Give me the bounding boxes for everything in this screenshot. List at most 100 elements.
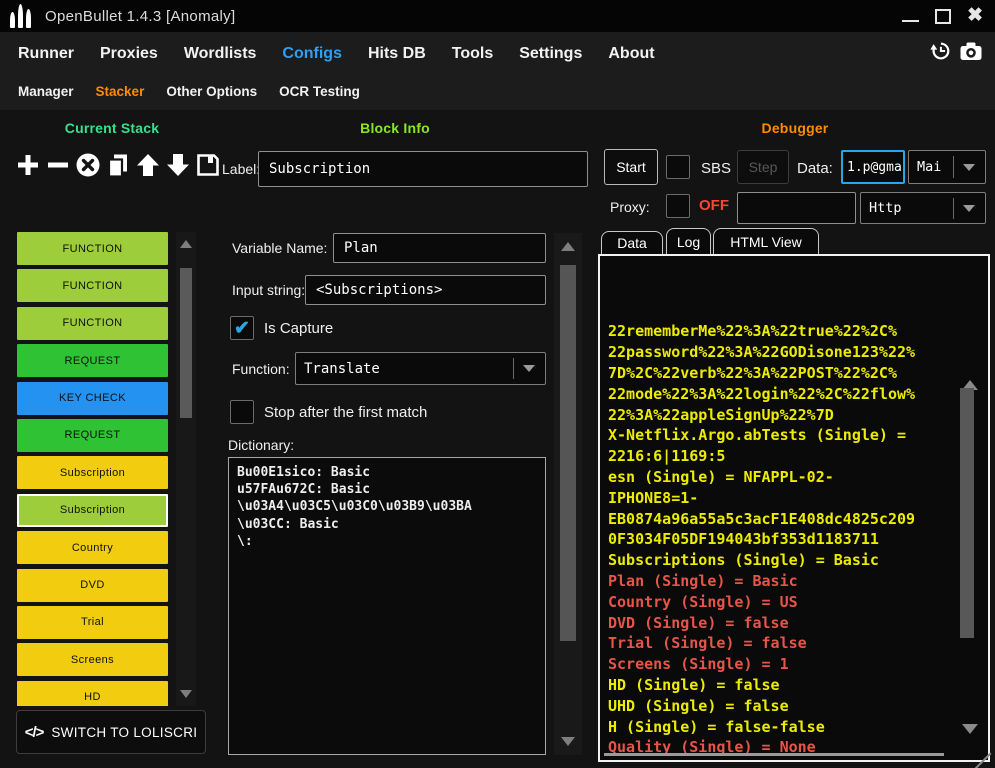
stack-block[interactable]: Trial (17, 606, 168, 639)
close-icon[interactable]: ✖ (967, 8, 983, 24)
submenu-item[interactable]: Other Options (166, 84, 257, 99)
chevron-down-icon (963, 164, 975, 171)
start-button[interactable]: Start (604, 149, 658, 185)
stack-block[interactable]: FUNCTION (17, 232, 168, 265)
proxy-status-badge: OFF (699, 197, 729, 214)
wordlist-type-dropdown[interactable]: Mai (908, 150, 986, 184)
remove-block-icon[interactable] (44, 150, 72, 180)
log-scroll-down-icon[interactable] (962, 724, 978, 734)
screenshot-camera-icon[interactable] (959, 40, 983, 62)
menu-area: Runner Proxies Wordlists Configs Hits DB Tool… (0, 32, 995, 110)
function-value: Translate (304, 361, 380, 377)
stack-block[interactable]: Subscription (17, 494, 168, 527)
log-line: 1 (Single) = :{"fieldType":"String (608, 758, 958, 762)
menu-item[interactable]: Settings (519, 45, 582, 63)
log-line: Subscriptions (Single) = Basic (608, 550, 958, 571)
log-line: H (Single) = false-false (608, 717, 958, 738)
log-hscrollbar-thumb[interactable] (604, 753, 944, 756)
stack-block[interactable]: Country (17, 531, 168, 564)
stack-block[interactable]: FUNCTION (17, 307, 168, 340)
scroll-up-icon[interactable] (180, 240, 192, 248)
menu-item[interactable]: About (608, 45, 654, 63)
stop-after-first-match-checkbox[interactable] (230, 400, 254, 424)
scroll-down-icon[interactable] (180, 690, 192, 698)
stack-block[interactable]: Screens (17, 643, 168, 676)
stack-block[interactable]: REQUEST (17, 344, 168, 377)
titlebar: OpenBullet 1.4.3 [Anomaly] ✖ (0, 0, 995, 32)
function-dropdown[interactable]: Translate (295, 352, 546, 385)
proxy-input[interactable] (737, 192, 856, 224)
menu-item[interactable]: Hits DB (368, 45, 426, 63)
debugger-log-panel[interactable]: 22rememberMe%22%3A%22true%22%2C%22passwo… (598, 254, 990, 762)
menu-item[interactable]: Tools (452, 45, 493, 63)
log-line: DVD (Single) = false (608, 613, 958, 634)
dropdown-separator (513, 358, 514, 380)
chevron-down-icon (963, 205, 975, 212)
log-line: 2216:6|1169:5 (608, 446, 958, 467)
dictionary-line: u57FAu672C: Basic (237, 481, 537, 498)
current-stack-title: Current Stack (16, 120, 208, 136)
proxy-type-value: Http (869, 200, 902, 216)
wordlist-type-value: Mai (917, 159, 941, 175)
stack-block[interactable]: REQUEST (17, 419, 168, 452)
submenu-item[interactable]: Manager (18, 84, 74, 99)
is-capture-checkbox[interactable]: ✔ (230, 316, 254, 340)
dictionary-line: Bu00E1sico: Basic (237, 464, 537, 481)
menu-item[interactable]: Wordlists (184, 45, 257, 63)
stack-block[interactable]: KEY CHECK (17, 382, 168, 415)
step-button[interactable]: Step (737, 150, 789, 184)
menu-item[interactable]: Proxies (100, 45, 158, 63)
stop-after-first-match-label: Stop after the first match (264, 404, 427, 421)
scroll-down-icon[interactable] (561, 737, 575, 746)
move-down-icon[interactable] (164, 150, 192, 180)
log-line: 22%3A%22appleSignUp%22%7D (608, 405, 958, 426)
add-block-icon[interactable] (14, 150, 42, 180)
log-line: Trial (Single) = false (608, 633, 958, 654)
stack-block[interactable]: FUNCTION (17, 269, 168, 302)
proxy-checkbox[interactable] (666, 194, 690, 218)
debugger-data-input[interactable]: 1.p@gma: (841, 150, 905, 184)
log-line: X-Netflix.Argo.abTests (Single) = (608, 425, 958, 446)
move-up-icon[interactable] (134, 150, 162, 180)
switch-to-loliscript-button[interactable]: </> SWITCH TO LOLISCRI (16, 710, 206, 754)
debugger-title: Debugger (600, 120, 990, 136)
menu-item[interactable]: Configs (282, 45, 342, 63)
history-icon[interactable] (929, 40, 951, 62)
duplicate-block-icon[interactable] (104, 150, 132, 180)
save-config-icon[interactable] (194, 150, 222, 180)
log-scrollbar-thumb[interactable] (960, 388, 974, 638)
clear-stack-icon[interactable] (74, 150, 102, 180)
switch-button-label: SWITCH TO LOLISCRI (51, 725, 197, 740)
scroll-up-icon[interactable] (561, 242, 575, 251)
dropdown-separator (953, 198, 954, 219)
tab[interactable]: Log (666, 228, 711, 254)
log-line: 22password%22%3A%22GODisone123%22% (608, 342, 958, 363)
variable-name-input[interactable]: Plan (333, 233, 546, 263)
tab[interactable]: HTML View (713, 228, 819, 254)
stack-block[interactable]: HD (17, 681, 168, 706)
log-line: 22mode%22%3A%22login%22%2C%22flow% (608, 384, 958, 405)
submenu-item[interactable]: OCR Testing (279, 84, 360, 99)
dictionary-textarea[interactable]: Bu00E1sico: Basicu57FAu672C: Basic\u03A4… (228, 457, 546, 755)
stack-block[interactable]: DVD (17, 569, 168, 602)
block-info-scrollbar[interactable] (554, 233, 582, 755)
label-input[interactable]: Subscription (258, 151, 588, 187)
main-menu: Runner Proxies Wordlists Configs Hits DB Tool… (0, 40, 995, 68)
input-string-input[interactable]: <Subscriptions> (305, 275, 546, 305)
stack-scrollbar-thumb[interactable] (180, 268, 192, 418)
chevron-down-icon (523, 365, 535, 372)
tab[interactable]: Data (601, 231, 663, 254)
function-caption: Function: (232, 361, 290, 377)
log-line: IPHONE8=1- (608, 488, 958, 509)
proxy-type-dropdown[interactable]: Http (860, 192, 986, 224)
submenu-item[interactable]: Stacker (96, 84, 145, 99)
maximize-icon[interactable] (935, 9, 951, 24)
block-info-scrollbar-thumb[interactable] (560, 265, 576, 641)
stacker-view: Current Stack Block Info Debugger (0, 110, 995, 768)
minimize-icon[interactable] (902, 10, 919, 22)
stack-block[interactable]: Subscription (17, 456, 168, 489)
label-caption: Label: (222, 161, 260, 177)
menu-item[interactable]: Runner (18, 45, 74, 63)
sbs-checkbox[interactable] (666, 155, 690, 179)
stack-scrollbar[interactable] (176, 232, 196, 706)
